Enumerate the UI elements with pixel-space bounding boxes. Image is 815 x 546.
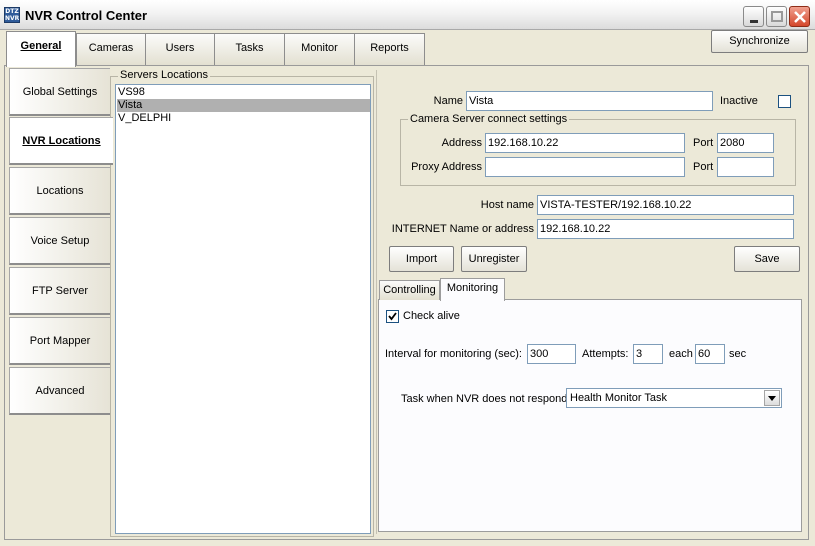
tab-users[interactable]: Users — [145, 33, 215, 65]
tab-monitoring[interactable]: Monitoring — [440, 278, 505, 301]
internet-address-label: INTERNET Name or address — [391, 223, 534, 235]
tab-general[interactable]: General — [6, 31, 76, 67]
save-button[interactable]: Save — [734, 246, 800, 272]
sidetab-global-settings[interactable]: Global Settings — [9, 68, 110, 116]
each-field[interactable]: 60 — [695, 344, 725, 364]
minimize-button[interactable] — [743, 6, 764, 27]
sidetab-advanced[interactable]: Advanced — [9, 367, 110, 415]
proxy-port-field[interactable] — [717, 157, 774, 177]
servers-group-label: Servers Locations — [118, 69, 211, 81]
port-field[interactable]: 2080 — [717, 133, 774, 153]
maximize-icon — [771, 11, 783, 22]
servers-listbox[interactable]: VS98 Vista V_DELPHI — [115, 84, 371, 534]
window-title: NVR Control Center — [25, 8, 148, 23]
task-label: Task when NVR does not respond: — [401, 393, 571, 405]
sec-label: sec — [729, 348, 747, 360]
port-label: Port — [693, 137, 714, 149]
address-field[interactable]: 192.168.10.22 — [485, 133, 685, 153]
proxy-address-field[interactable] — [485, 157, 685, 177]
internet-address-field[interactable]: 192.168.10.22 — [537, 219, 794, 239]
inactive-checkbox[interactable] — [778, 95, 791, 108]
interval-label: Interval for monitoring (sec): — [385, 348, 522, 360]
host-name-field[interactable]: VISTA-TESTER/192.168.10.22 — [537, 195, 794, 215]
each-label: each — [669, 348, 693, 360]
tab-tasks[interactable]: Tasks — [214, 33, 285, 65]
sidetab-locations[interactable]: Locations — [9, 167, 110, 215]
sidetab-ftp-server[interactable]: FTP Server — [9, 267, 110, 315]
check-alive-checkbox[interactable] — [386, 310, 399, 323]
check-alive-label: Check alive — [403, 310, 460, 322]
inactive-label: Inactive — [720, 95, 758, 107]
host-name-label: Host name — [480, 199, 534, 211]
task-dropdown[interactable]: Health Monitor Task — [566, 388, 782, 408]
tab-reports[interactable]: Reports — [354, 33, 425, 65]
list-item[interactable]: Vista — [117, 99, 370, 112]
sidetab-nvr-locations[interactable]: NVR Locations — [9, 117, 113, 165]
name-field[interactable]: Vista — [466, 91, 713, 111]
import-button[interactable]: Import — [389, 246, 454, 272]
list-item[interactable]: VS98 — [117, 86, 370, 99]
tab-cameras[interactable]: Cameras — [76, 33, 146, 65]
attempts-field[interactable]: 3 — [633, 344, 663, 364]
interval-field[interactable]: 300 — [527, 344, 576, 364]
tab-monitor[interactable]: Monitor — [284, 33, 355, 65]
minimize-icon — [750, 20, 758, 23]
address-label: Address — [441, 137, 482, 149]
maximize-button[interactable] — [766, 6, 787, 27]
attempts-label: Attempts: — [582, 348, 629, 360]
sidetab-port-mapper[interactable]: Port Mapper — [9, 317, 110, 365]
close-icon — [794, 11, 806, 23]
checkmark-icon — [388, 312, 397, 321]
dropdown-button[interactable] — [764, 390, 780, 406]
app-icon: DTZ NVR — [4, 7, 20, 23]
name-label: Name — [433, 95, 463, 107]
proxy-address-label: Proxy Address — [411, 161, 482, 173]
synchronize-button[interactable]: Synchronize — [711, 30, 808, 53]
task-dropdown-value: Health Monitor Task — [570, 392, 668, 404]
chevron-down-icon — [768, 396, 776, 401]
list-item[interactable]: V_DELPHI — [117, 112, 370, 125]
close-button[interactable] — [789, 6, 810, 27]
tab-controlling[interactable]: Controlling — [379, 280, 440, 300]
unregister-button[interactable]: Unregister — [461, 246, 527, 272]
camera-server-group-label: Camera Server connect settings — [408, 113, 570, 125]
proxy-port-label: Port — [693, 161, 714, 173]
monitoring-panel — [378, 299, 802, 532]
sidetab-voice-setup[interactable]: Voice Setup — [9, 217, 110, 265]
